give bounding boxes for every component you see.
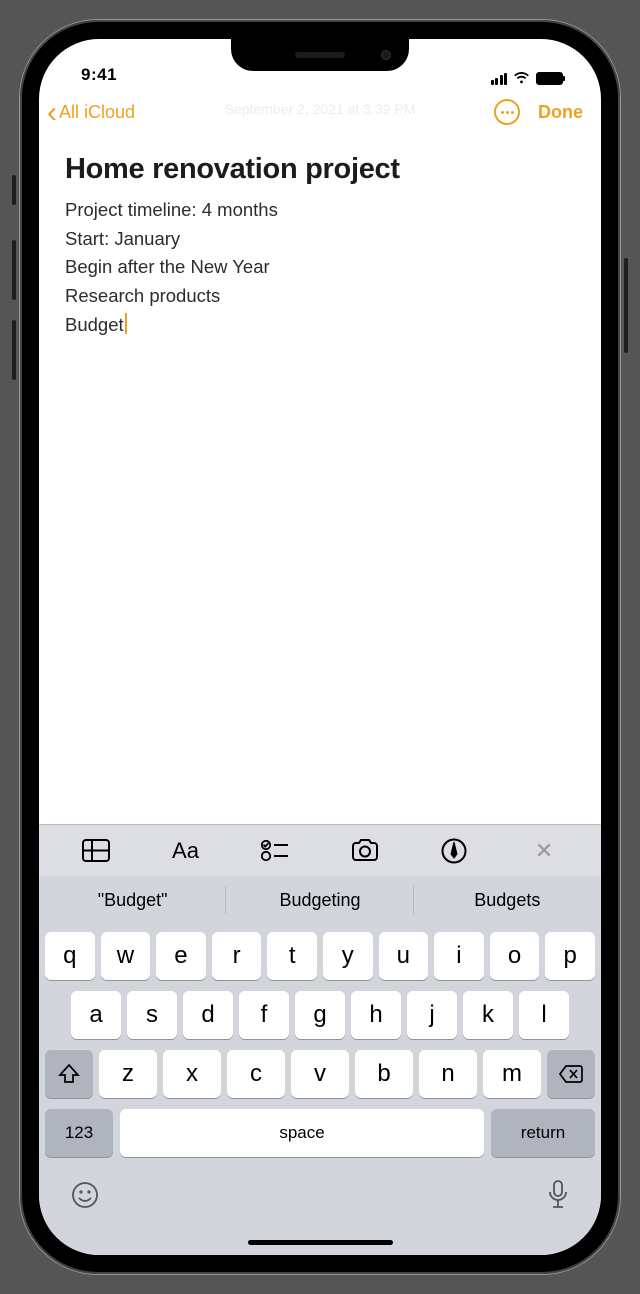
battery-icon <box>536 72 563 85</box>
phone-frame: 9:41 ‹ All iCloud September 2, 2021 at 3… <box>20 20 620 1274</box>
wifi-icon <box>513 72 530 85</box>
key-z[interactable]: z <box>99 1050 157 1098</box>
key-y[interactable]: y <box>323 932 373 980</box>
home-indicator[interactable] <box>39 1229 601 1255</box>
status-time: 9:41 <box>81 65 117 85</box>
key-s[interactable]: s <box>127 991 177 1039</box>
key-shift[interactable] <box>45 1050 93 1098</box>
key-q[interactable]: q <box>45 932 95 980</box>
key-v[interactable]: v <box>291 1050 349 1098</box>
key-return[interactable]: return <box>491 1109 595 1157</box>
back-label: All iCloud <box>59 102 135 123</box>
screen: 9:41 ‹ All iCloud September 2, 2021 at 3… <box>39 39 601 1255</box>
key-o[interactable]: o <box>490 932 540 980</box>
key-g[interactable]: g <box>295 991 345 1039</box>
suggestion[interactable]: Budgets <box>414 876 601 924</box>
key-t[interactable]: t <box>267 932 317 980</box>
key-m[interactable]: m <box>483 1050 541 1098</box>
key-n[interactable]: n <box>419 1050 477 1098</box>
key-numbers[interactable]: 123 <box>45 1109 113 1157</box>
text-cursor <box>125 313 127 334</box>
note-line: Budget <box>65 311 575 340</box>
backspace-icon <box>559 1064 584 1084</box>
key-k[interactable]: k <box>463 991 513 1039</box>
chevron-left-icon: ‹ <box>47 105 57 120</box>
close-toolbar-icon[interactable]: ✕ <box>527 836 561 866</box>
cellular-icon <box>491 73 508 85</box>
done-button[interactable]: Done <box>538 102 583 123</box>
text-format-icon[interactable]: Aa <box>168 836 202 866</box>
key-r[interactable]: r <box>212 932 262 980</box>
key-c[interactable]: c <box>227 1050 285 1098</box>
nav-bar: ‹ All iCloud September 2, 2021 at 3:39 P… <box>39 87 601 137</box>
format-toolbar: Aa ✕ <box>39 824 601 876</box>
key-w[interactable]: w <box>101 932 151 980</box>
shift-icon <box>58 1063 80 1085</box>
note-date-ghost: September 2, 2021 at 3:39 PM <box>225 101 416 117</box>
key-delete[interactable] <box>547 1050 595 1098</box>
suggestion-bar: "Budget" Budgeting Budgets <box>39 876 601 924</box>
note-line: Project timeline: 4 months <box>65 196 575 225</box>
key-f[interactable]: f <box>239 991 289 1039</box>
key-u[interactable]: u <box>379 932 429 980</box>
key-b[interactable]: b <box>355 1050 413 1098</box>
note-line: Begin after the New Year <box>65 253 575 282</box>
key-i[interactable]: i <box>434 932 484 980</box>
key-h[interactable]: h <box>351 991 401 1039</box>
status-icons <box>491 72 564 85</box>
key-j[interactable]: j <box>407 991 457 1039</box>
note-editor[interactable]: Home renovation project Project timeline… <box>39 137 601 824</box>
note-line: Start: January <box>65 225 575 254</box>
keyboard: q w e r t y u i o p a s d <box>39 924 601 1229</box>
key-a[interactable]: a <box>71 991 121 1039</box>
camera-icon[interactable] <box>348 836 382 866</box>
markup-icon[interactable] <box>437 836 471 866</box>
back-button[interactable]: ‹ All iCloud <box>47 102 135 123</box>
table-icon[interactable] <box>79 836 113 866</box>
checklist-icon[interactable] <box>258 836 292 866</box>
notch <box>231 39 409 71</box>
note-line: Research products <box>65 282 575 311</box>
key-space[interactable]: space <box>120 1109 484 1157</box>
key-e[interactable]: e <box>156 932 206 980</box>
suggestion[interactable]: Budgeting <box>226 876 413 924</box>
key-x[interactable]: x <box>163 1050 221 1098</box>
key-l[interactable]: l <box>519 991 569 1039</box>
more-button[interactable] <box>494 99 520 125</box>
dictation-icon[interactable] <box>547 1180 569 1217</box>
key-d[interactable]: d <box>183 991 233 1039</box>
emoji-icon[interactable] <box>71 1181 99 1216</box>
suggestion[interactable]: "Budget" <box>39 876 226 924</box>
key-p[interactable]: p <box>545 932 595 980</box>
note-title: Home renovation project <box>65 153 575 186</box>
